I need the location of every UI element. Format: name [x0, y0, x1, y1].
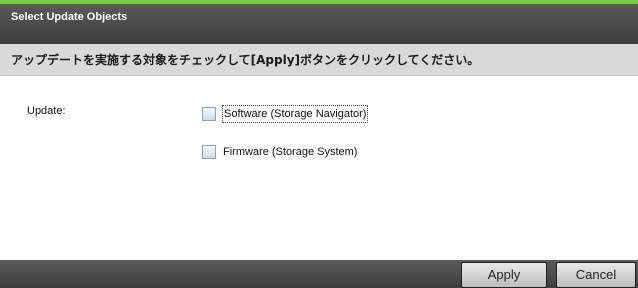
software-option-label[interactable]: Software (Storage Navigator): [222, 105, 369, 123]
software-checkbox[interactable]: [202, 107, 216, 121]
firmware-option[interactable]: Firmware (Storage System): [202, 144, 358, 160]
software-option[interactable]: Software (Storage Navigator): [202, 105, 369, 123]
update-label: Update:: [27, 105, 66, 117]
select-update-objects-dialog: Select Update Objects アップデートを実施する対象をチェック…: [0, 0, 638, 288]
firmware-option-label[interactable]: Firmware (Storage System): [222, 144, 358, 160]
instruction-text: アップデートを実施する対象をチェックして[Apply]ボタンをクリックしてくださ…: [0, 44, 638, 76]
dialog-titlebar: Select Update Objects: [0, 4, 638, 44]
dialog-title: Select Update Objects: [11, 11, 128, 23]
firmware-checkbox[interactable]: [202, 145, 216, 159]
apply-button[interactable]: Apply: [461, 262, 547, 288]
cancel-button[interactable]: Cancel: [556, 262, 636, 288]
